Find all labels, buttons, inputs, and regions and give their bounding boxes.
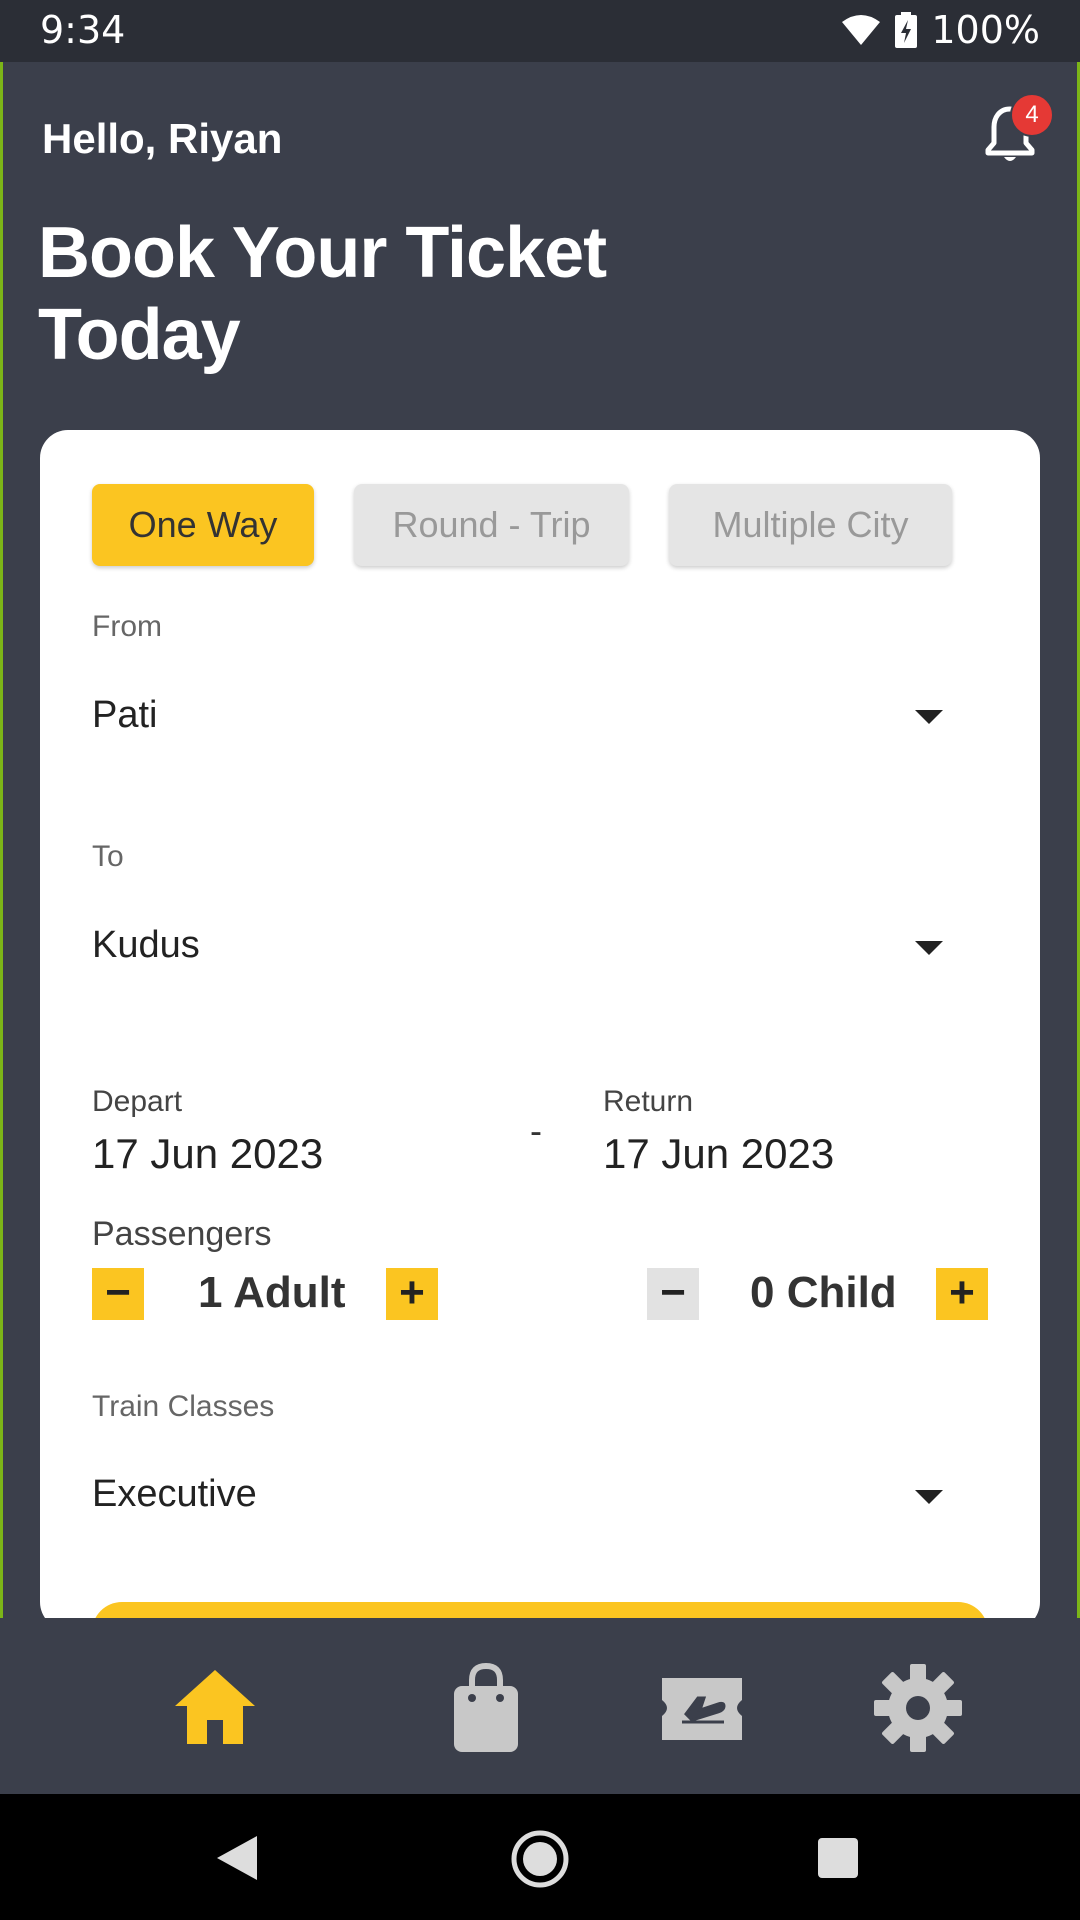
adult-increment-button[interactable]: + (386, 1268, 438, 1320)
return-label: Return (603, 1085, 694, 1118)
shopping-bag-icon[interactable] (436, 1658, 536, 1758)
child-decrement-button[interactable]: − (647, 1268, 699, 1320)
gear-icon[interactable] (868, 1658, 968, 1758)
ticket-icon[interactable] (652, 1658, 752, 1758)
booking-card: One Way Round - Trip Multiple City From … (40, 430, 1040, 1662)
greeting-text: Hello, Riyan (42, 115, 283, 162)
home-button-icon[interactable] (510, 1829, 570, 1889)
date-separator: - (530, 1110, 542, 1151)
child-increment-button[interactable]: + (936, 1268, 988, 1320)
to-dropdown-icon[interactable] (915, 941, 943, 955)
back-icon[interactable] (215, 1834, 259, 1882)
adult-count: 1 Adult (198, 1268, 346, 1317)
from-dropdown-icon[interactable] (915, 710, 943, 724)
battery-icon (895, 12, 918, 48)
tab-round-trip[interactable]: Round - Trip (354, 484, 629, 566)
from-label: From (92, 610, 162, 643)
status-icons: 100% (841, 8, 1040, 52)
return-date[interactable]: 17 Jun 2023 (603, 1130, 834, 1178)
status-time: 9:34 (40, 8, 126, 52)
passengers-label: Passengers (92, 1215, 272, 1253)
bottom-nav (0, 1618, 1080, 1794)
to-label: To (92, 840, 124, 873)
system-navigation-bar (0, 1794, 1080, 1920)
to-select[interactable]: Kudus (92, 924, 200, 967)
recents-icon[interactable] (816, 1836, 860, 1880)
battery-percent: 100% (931, 8, 1040, 52)
notification-badge: 4 (1010, 93, 1054, 137)
adult-decrement-button[interactable]: − (92, 1268, 144, 1320)
home-icon[interactable] (165, 1658, 265, 1758)
from-select[interactable]: Pati (92, 694, 157, 737)
wifi-icon (842, 15, 881, 45)
page-title: Book Your Ticket Today (38, 213, 607, 375)
train-class-label: Train Classes (92, 1390, 275, 1423)
depart-date[interactable]: 17 Jun 2023 (92, 1130, 323, 1178)
tab-one-way[interactable]: One Way (92, 484, 314, 566)
app-screen: 9:34 100% Hello, Riyan 4 Book Your Ticke… (0, 0, 1080, 1794)
train-class-dropdown-icon[interactable] (915, 1490, 943, 1504)
status-bar: 9:34 100% (0, 0, 1080, 62)
child-count: 0 Child (750, 1268, 897, 1317)
train-class-select[interactable]: Executive (92, 1473, 257, 1516)
depart-label: Depart (92, 1085, 183, 1118)
tab-multiple-city[interactable]: Multiple City (669, 484, 952, 566)
